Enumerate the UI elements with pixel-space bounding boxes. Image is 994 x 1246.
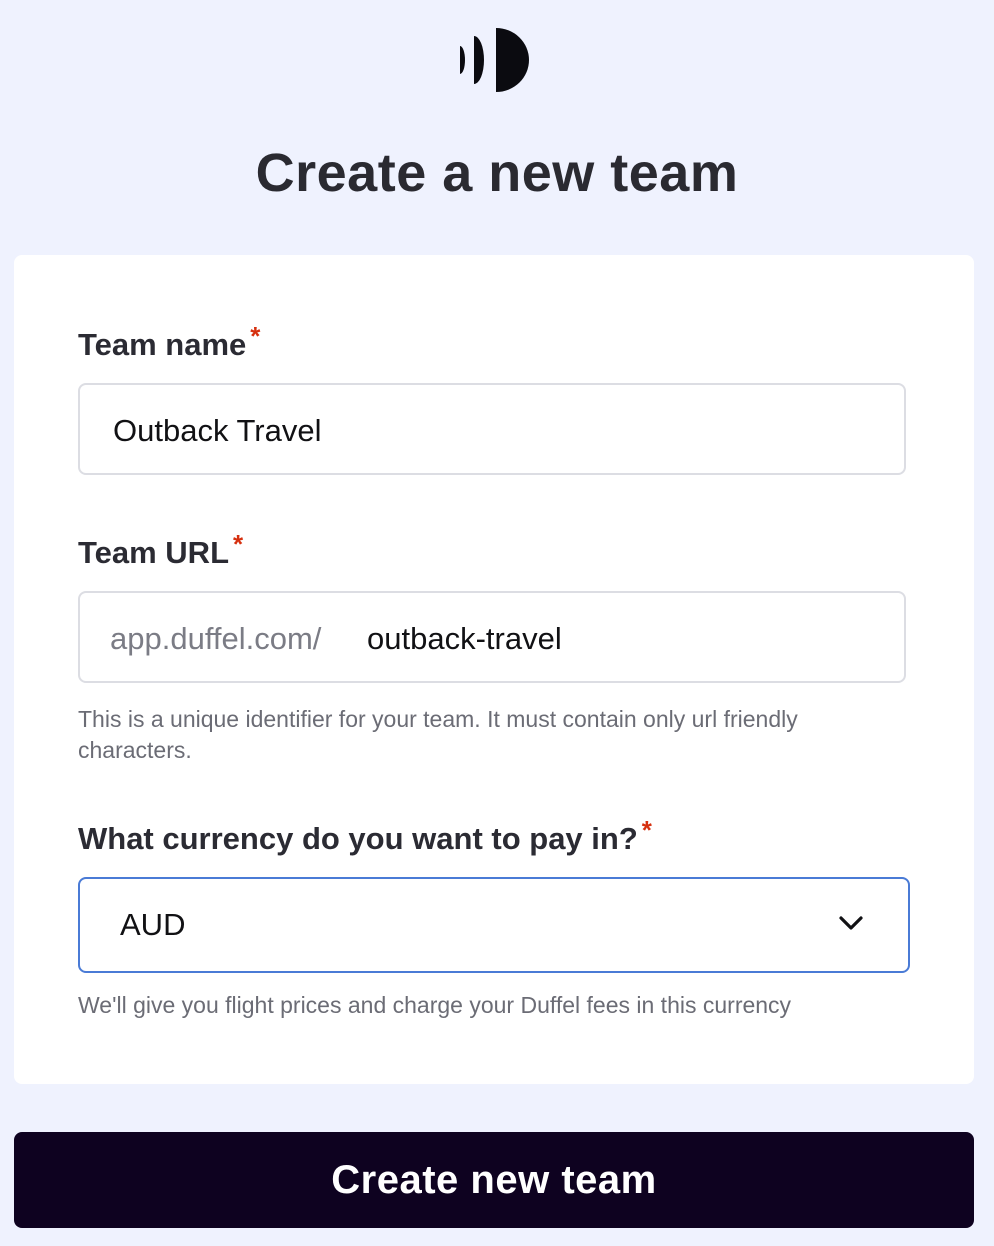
- currency-selected-value: AUD: [120, 907, 186, 942]
- team-url-value: outback-travel: [367, 621, 562, 656]
- team-url-helper-text: This is a unique identifier for your tea…: [78, 706, 798, 763]
- currency-helper-text: We'll give you flight prices and charge …: [78, 992, 792, 1018]
- required-marker: *: [233, 529, 244, 559]
- currency-label-text: What currency do you want to pay in?: [78, 821, 638, 856]
- create-new-team-button[interactable]: Create new team: [14, 1132, 974, 1228]
- team-name-value: Outback Travel: [113, 413, 322, 448]
- team-name-label-text: Team name: [78, 327, 247, 362]
- team-name-input[interactable]: Outback Travel: [78, 383, 906, 475]
- team-url-label: Team URL *: [78, 529, 243, 571]
- currency-select[interactable]: AUD: [78, 877, 910, 973]
- team-url-input[interactable]: app.duffel.com/ outback-travel: [78, 591, 906, 683]
- create-team-form: Team name * Outback Travel Team URL * app.…: [14, 255, 974, 1084]
- chevron-down-icon: [838, 915, 864, 931]
- team-url-prefix: app.duffel.com/: [110, 621, 322, 656]
- page-title: Create a new team: [255, 143, 739, 203]
- team-name-label: Team name *: [78, 321, 260, 363]
- required-marker: *: [641, 815, 652, 845]
- required-marker: *: [250, 321, 261, 351]
- duffel-logo-icon: [458, 28, 530, 92]
- currency-label: What currency do you want to pay in? *: [78, 815, 652, 857]
- team-url-label-text: Team URL: [78, 535, 230, 570]
